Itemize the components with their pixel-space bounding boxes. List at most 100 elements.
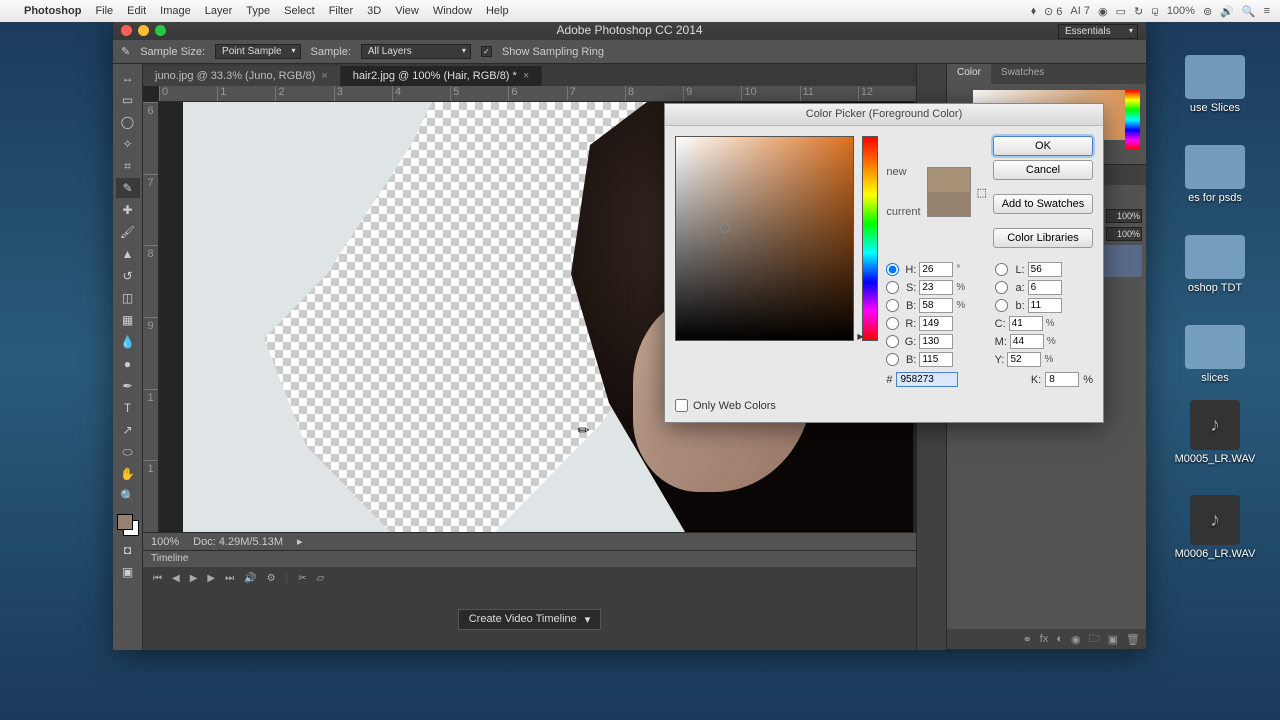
fx-icon[interactable]: fx	[1040, 633, 1049, 645]
menu-type[interactable]: Type	[246, 5, 270, 17]
pen-tool[interactable]: ✒	[116, 376, 140, 396]
c-input[interactable]	[1009, 316, 1043, 331]
menu-select[interactable]: Select	[284, 5, 315, 17]
menu-image[interactable]: Image	[160, 5, 191, 17]
bb-radio[interactable]	[995, 299, 1008, 312]
shape-tool[interactable]: ⬭	[116, 442, 140, 462]
s-radio[interactable]	[886, 281, 899, 294]
tl-last-icon[interactable]: ⏭	[225, 573, 234, 584]
eyedropper-tool[interactable]: ✎	[116, 178, 140, 198]
desktop-folder[interactable]: es for psds	[1170, 145, 1260, 204]
menuextra-ai[interactable]: AI 7	[1070, 5, 1090, 17]
screenmode-icon[interactable]: ▣	[116, 562, 140, 582]
color-libraries-button[interactable]: Color Libraries	[993, 228, 1093, 248]
menuextra-wifi-icon[interactable]: ⊚	[1203, 5, 1212, 18]
menu-window[interactable]: Window	[433, 5, 472, 17]
tl-split-icon[interactable]: ✂	[298, 573, 306, 584]
dialog-title[interactable]: Color Picker (Foreground Color)	[665, 104, 1103, 126]
desktop-file[interactable]: ♪M0005_LR.WAV	[1170, 400, 1260, 465]
current-color-swatch[interactable]	[928, 192, 970, 216]
menuextra-sync-icon[interactable]: ↻	[1134, 5, 1143, 18]
r-input[interactable]	[919, 316, 953, 331]
tl-transition-icon[interactable]: ▱	[317, 573, 325, 584]
hue-slider[interactable]: ▶	[862, 136, 878, 341]
tab-close-icon[interactable]: ×	[321, 70, 327, 82]
sample-select[interactable]: All Layers	[361, 44, 471, 59]
opacity-input[interactable]	[1106, 209, 1142, 223]
workspace-select[interactable]: Essentials	[1058, 24, 1138, 39]
tl-first-icon[interactable]: ⏮	[153, 573, 162, 584]
h-input[interactable]	[919, 262, 953, 277]
h-radio[interactable]	[886, 263, 899, 276]
crop-tool[interactable]: ⌗	[116, 156, 140, 176]
doc-size[interactable]: Doc: 4.29M/5.13M	[193, 536, 283, 548]
desktop-folder[interactable]: slices	[1170, 325, 1260, 384]
move-tool[interactable]: ↔	[116, 68, 140, 88]
tab-close-icon[interactable]: ×	[523, 70, 529, 82]
foreground-background-colors[interactable]	[115, 512, 141, 538]
ok-button[interactable]: OK	[993, 136, 1093, 156]
foreground-color[interactable]	[117, 514, 133, 530]
tl-play-icon[interactable]: ▶	[190, 573, 198, 584]
l-radio[interactable]	[995, 263, 1008, 276]
adjustment-icon[interactable]: ◉	[1071, 633, 1081, 646]
link-icon[interactable]: ⚭	[1023, 633, 1032, 646]
y-input[interactable]	[1007, 352, 1041, 367]
hue-strip[interactable]	[1125, 90, 1140, 150]
desktop-file[interactable]: ♪M0006_LR.WAV	[1170, 495, 1260, 560]
menu-file[interactable]: File	[95, 5, 113, 17]
heal-tool[interactable]: ✚	[116, 200, 140, 220]
type-tool[interactable]: T	[116, 398, 140, 418]
show-ring-checkbox[interactable]: ✓	[481, 46, 492, 57]
swatches-tab[interactable]: Swatches	[991, 64, 1054, 84]
menu-filter[interactable]: Filter	[329, 5, 353, 17]
brush-tool[interactable]: 🖌	[116, 222, 140, 242]
quickmask-icon[interactable]: ◘	[116, 540, 140, 560]
cube-icon[interactable]: ⬚	[977, 186, 987, 199]
a-radio[interactable]	[995, 281, 1008, 294]
mask-icon[interactable]: ◐	[1056, 633, 1063, 645]
desktop-folder[interactable]: oshop TDT	[1170, 235, 1260, 294]
menuextra-bluetooth-icon[interactable]: ⚼	[1151, 5, 1159, 18]
tl-audio-icon[interactable]: 🔊	[244, 573, 256, 584]
g-radio[interactable]	[886, 335, 899, 348]
k-input[interactable]	[1045, 372, 1079, 387]
b-input[interactable]	[919, 298, 953, 313]
tl-prev-icon[interactable]: ◀	[172, 573, 180, 584]
trash-icon[interactable]: 🗑	[1126, 633, 1140, 646]
window-titlebar[interactable]: Adobe Photoshop CC 2014	[113, 20, 1146, 40]
b2-input[interactable]	[919, 352, 953, 367]
s-input[interactable]	[919, 280, 953, 295]
menu-edit[interactable]: Edit	[127, 5, 146, 17]
eraser-tool[interactable]: ◫	[116, 288, 140, 308]
menuextra-volume-icon[interactable]: 🔊	[1220, 5, 1234, 18]
menuextra-cloud[interactable]: ⊙ 6	[1044, 5, 1062, 18]
g-input[interactable]	[919, 334, 953, 349]
ruler-vertical[interactable]: 678911	[143, 102, 159, 532]
color-preview[interactable]	[927, 167, 971, 217]
new-layer-icon[interactable]: ▣	[1108, 633, 1118, 646]
lasso-tool[interactable]: ◯	[116, 112, 140, 132]
group-icon[interactable]: 🗀	[1089, 630, 1100, 649]
tl-settings-icon[interactable]: ⚙	[267, 573, 276, 584]
menuextra-battery[interactable]: 100%	[1167, 5, 1195, 17]
doc-tab-juno[interactable]: juno.jpg @ 33.3% (Juno, RGB/8)×	[143, 66, 341, 86]
menuextra-notifications-icon[interactable]: ≡	[1264, 5, 1270, 17]
r-radio[interactable]	[886, 317, 899, 330]
add-swatches-button[interactable]: Add to Swatches	[993, 194, 1093, 214]
chevron-down-icon[interactable]: ▾	[585, 613, 591, 626]
sample-size-select[interactable]: Point Sample	[215, 44, 300, 59]
zoom-tool[interactable]: 🔍	[116, 486, 140, 506]
web-colors-checkbox[interactable]	[675, 399, 688, 412]
menuextra-spotlight-icon[interactable]: 🔍	[1242, 5, 1256, 18]
b-radio[interactable]	[886, 299, 899, 312]
menuextra-evernote-icon[interactable]: ◉	[1098, 5, 1108, 18]
fill-input[interactable]	[1106, 227, 1142, 241]
a-input[interactable]	[1028, 280, 1062, 295]
gradient-tool[interactable]: ▦	[116, 310, 140, 330]
dodge-tool[interactable]: ●	[116, 354, 140, 374]
marquee-tool[interactable]: ▭	[116, 90, 140, 110]
zoom-level[interactable]: 100%	[151, 536, 179, 548]
cancel-button[interactable]: Cancel	[993, 160, 1093, 180]
saturation-field[interactable]	[675, 136, 854, 341]
